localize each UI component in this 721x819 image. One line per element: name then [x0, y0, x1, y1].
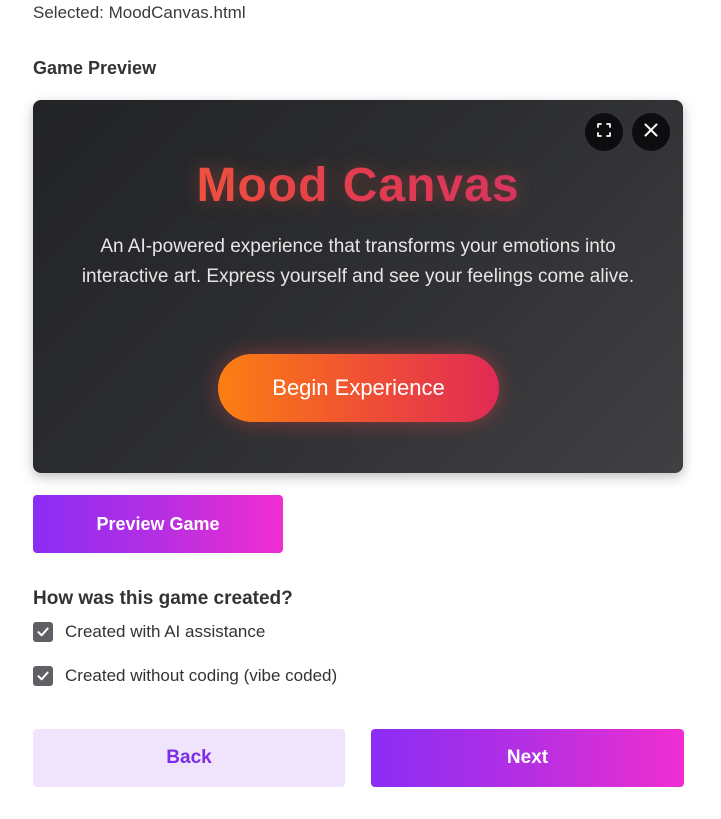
checkmark-icon: [37, 671, 49, 681]
preview-game-button[interactable]: Preview Game: [33, 495, 283, 553]
game-title: Mood Canvas: [33, 158, 683, 213]
option-vibe-coded[interactable]: Created without coding (vibe coded): [33, 666, 337, 686]
ai-assistance-checkbox[interactable]: [33, 622, 53, 642]
option-ai-assistance[interactable]: Created with AI assistance: [33, 622, 265, 642]
creation-question: How was this game created?: [33, 588, 293, 609]
back-button[interactable]: Back: [33, 729, 345, 787]
fullscreen-icon: [596, 122, 612, 143]
game-upload-page: Selected: MoodCanvas.html Game Preview M…: [0, 0, 721, 819]
vibe-coded-label: Created without coding (vibe coded): [65, 666, 338, 685]
close-icon: [643, 122, 659, 143]
next-button[interactable]: Next: [371, 729, 684, 787]
ai-assistance-label: Created with AI assistance: [65, 622, 266, 641]
fullscreen-button[interactable]: [585, 113, 623, 151]
game-preview-frame: Mood Canvas An AI-powered experience tha…: [33, 100, 683, 473]
close-preview-button[interactable]: [632, 113, 670, 151]
game-preview-heading: Game Preview: [33, 58, 157, 78]
begin-experience-button[interactable]: Begin Experience: [218, 354, 499, 422]
checkmark-icon: [37, 627, 49, 637]
vibe-coded-checkbox[interactable]: [33, 666, 53, 686]
game-description: An AI-powered experience that transforms…: [81, 236, 635, 287]
selected-file-text: Selected: MoodCanvas.html: [33, 3, 246, 22]
